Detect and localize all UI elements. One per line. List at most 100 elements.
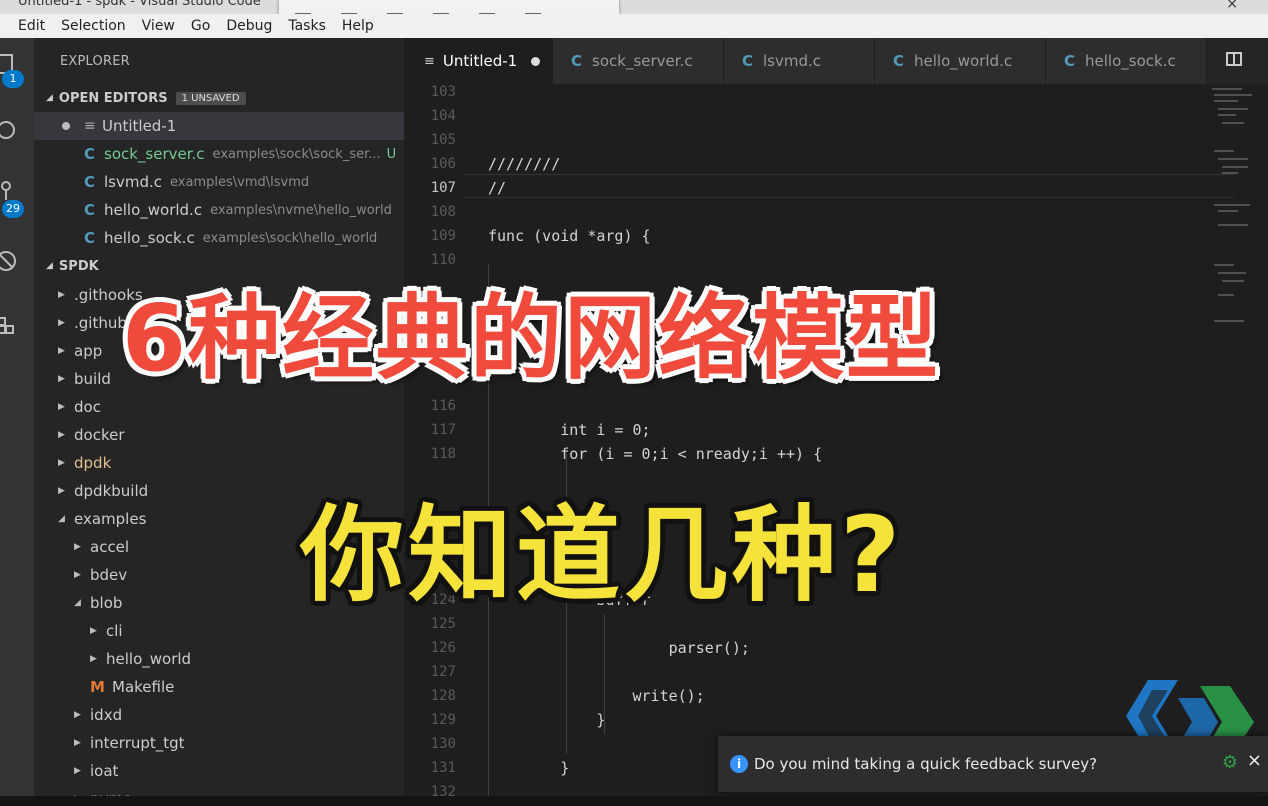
tree-item[interactable]: ▶ hello_world [34,645,404,673]
open-editors-header[interactable]: ◢ OPEN EDITORS 1 UNSAVED [34,87,404,109]
chevron-right-icon[interactable]: ▶ [74,766,90,776]
search-icon[interactable] [0,110,34,150]
open-editor-item[interactable]: C sock_server.c examples\sock\sock_ser..… [34,140,404,168]
tree-item[interactable]: ▶ idxd [34,701,404,729]
chevron-right-icon[interactable]: ▶ [74,570,90,580]
split-editor-icon[interactable] [1226,52,1242,66]
makefile-icon: M [90,678,105,696]
menu-go[interactable]: Go [183,18,218,34]
chevron-right-icon[interactable]: ▶ [74,542,90,552]
tab-sock-server[interactable]: C sock_server.c [553,38,724,84]
explorer-badge: 1 [2,70,24,88]
unsaved-badge: 1 UNSAVED [175,91,246,105]
open-editor-item[interactable]: C hello_world.c examples\nvme\hello_worl… [34,196,404,224]
minimap[interactable] [1208,84,1264,344]
open-editor-item[interactable]: C lsvmd.c examples\vmd\lsvmd [34,168,404,196]
toolbar-icon-5[interactable] [479,3,495,14]
tree-item[interactable]: ▶ interrupt_tgt [34,729,404,757]
floating-toolbar[interactable] [278,0,620,14]
code-line: } [488,759,570,777]
chevron-right-icon[interactable]: ▶ [74,710,90,720]
c-file-icon: C [893,52,905,70]
chevron-right-icon[interactable]: ▶ [74,738,90,748]
chevron-right-icon[interactable]: ▶ [58,430,74,440]
line-number: 108 [430,204,456,220]
tree-item-label: accel [90,538,130,556]
tree-item[interactable]: ▶ ioat [34,757,404,785]
extensions-icon[interactable] [0,304,34,344]
chevron-right-icon[interactable]: ▶ [90,626,106,636]
unsaved-dot-icon[interactable] [531,56,541,66]
tree-item-label: dpdk [74,454,112,472]
tree-item-label: hello_world [106,650,192,668]
window-close-button[interactable]: × [1226,0,1238,12]
close-icon[interactable]: × [1247,750,1262,771]
tab-label: hello_world.c [914,52,1013,70]
code-line: parser(); [488,639,750,657]
line-number: 129 [430,712,456,728]
tab-label: hello_sock.c [1085,52,1176,70]
code-line: // [488,179,507,197]
gear-icon[interactable]: ⚙ [1222,752,1238,773]
toolbar-icon-6[interactable] [525,3,541,14]
feedback-notification: i Do you mind taking a quick feedback su… [718,736,1268,792]
chevron-right-icon[interactable]: ▶ [58,486,74,496]
chevron-right-icon[interactable]: ▶ [58,458,74,468]
line-number: 104 [430,108,456,124]
tree-item-label: app [74,342,103,360]
activity-bar: 1 29 [0,38,34,806]
line-number: 127 [430,664,456,680]
title-bar: Untitled-1 - spdk - Visual Studio Code × [0,0,1268,14]
open-editor-path: examples\nvme\hello_world [210,202,392,218]
tab-hello-world[interactable]: C hello_world.c [875,38,1046,84]
menu-help[interactable]: Help [334,18,382,34]
open-editor-item[interactable]: ≡ Untitled-1 [34,112,404,140]
line-number: 106 [430,156,456,172]
explorer-sidebar: EXPLORER ◢ OPEN EDITORS 1 UNSAVED ≡ Unti… [34,38,404,806]
open-editor-item[interactable]: C hello_sock.c examples\sock\hello_world [34,224,404,252]
tree-item-label: examples [74,510,147,528]
line-number: 130 [430,736,456,752]
toolbar-icon-1[interactable] [295,3,311,14]
chevron-down-icon[interactable]: ◢ [74,598,90,608]
current-line-highlight [464,174,1234,198]
tab-hello-sock[interactable]: C hello_sock.c [1046,38,1207,84]
open-editor-path: examples\sock\hello_world [202,230,378,246]
chevron-right-icon[interactable]: ▶ [58,318,74,328]
debug-icon[interactable] [0,240,34,280]
menu-selection[interactable]: Selection [53,18,134,34]
menu-bar: Edit Selection View Go Debug Tasks Help [0,14,1268,38]
info-icon: i [730,755,748,773]
chevron-right-icon[interactable]: ▶ [90,654,106,664]
tree-item[interactable]: ▶ docker [34,421,404,449]
chevron-right-icon[interactable]: ▶ [58,290,74,300]
toolbar-icon-3[interactable] [387,3,403,14]
chevron-right-icon[interactable]: ▶ [58,346,74,356]
toolbar-icon-4[interactable] [433,3,449,14]
line-number: 117 [430,422,456,438]
c-file-icon: C [742,52,754,70]
c-file-icon: C [571,52,583,70]
menu-debug[interactable]: Debug [218,18,280,34]
tree-item[interactable]: ▶ cli [34,617,404,645]
tree-item-label: cli [106,622,123,640]
tree-item[interactable]: M Makefile [34,673,404,701]
chevron-down-icon[interactable]: ◢ [58,514,74,524]
menu-view[interactable]: View [134,18,183,34]
notification-message: Do you mind taking a quick feedback surv… [754,755,1098,773]
tab-lsvmd[interactable]: C lsvmd.c [724,38,875,84]
menu-tasks[interactable]: Tasks [280,18,334,34]
tree-item-label: ioat [90,762,119,780]
code-line: int i = 0; [488,421,651,439]
open-editor-name: Untitled-1 [102,117,177,135]
open-editor-name: lsvmd.c [104,173,163,191]
menu-edit[interactable]: Edit [0,18,53,34]
tree-item[interactable]: ▶ doc [34,393,404,421]
unsaved-dot-icon[interactable] [62,122,70,130]
tab-untitled-1[interactable]: ≡ Untitled-1 [404,38,553,84]
chevron-right-icon[interactable]: ▶ [58,374,74,384]
line-number: 116 [430,398,456,414]
chevron-right-icon[interactable]: ▶ [58,402,74,412]
toolbar-icon-2[interactable] [341,3,357,14]
text-file-icon: ≡ [424,53,435,69]
